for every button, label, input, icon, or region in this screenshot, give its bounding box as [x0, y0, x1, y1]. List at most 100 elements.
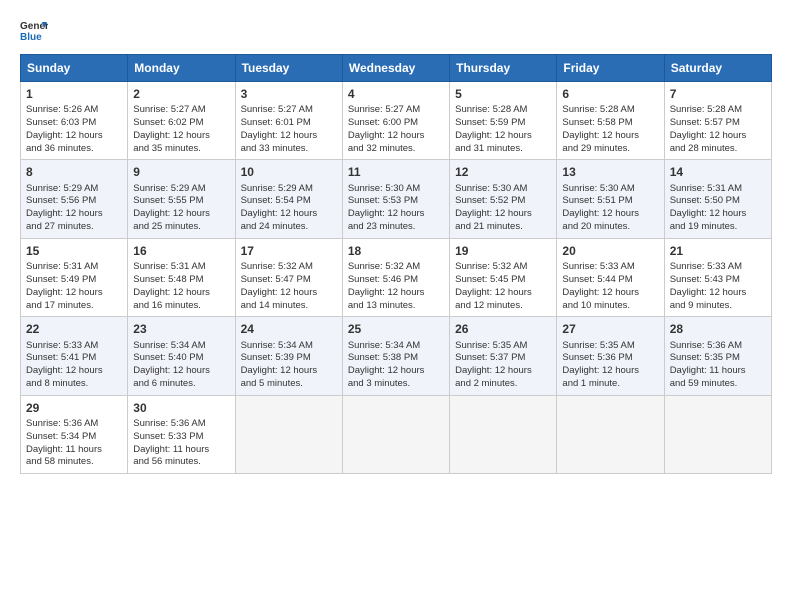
day-number: 6 — [562, 86, 658, 102]
cell-line: Daylight: 12 hours — [455, 287, 551, 300]
col-sunday: Sunday — [21, 55, 128, 82]
cell-line: and 33 minutes. — [241, 143, 337, 156]
cell-line: and 19 minutes. — [670, 221, 766, 234]
day-number: 29 — [26, 400, 122, 416]
col-wednesday: Wednesday — [342, 55, 449, 82]
cell-line: Sunset: 6:02 PM — [133, 117, 229, 130]
cell-line: Sunrise: 5:35 AM — [455, 340, 551, 353]
cell-w1-6: 7Sunrise: 5:28 AMSunset: 5:57 PMDaylight… — [664, 82, 771, 160]
cell-w2-1: 9Sunrise: 5:29 AMSunset: 5:55 PMDaylight… — [128, 160, 235, 238]
cell-line: Sunset: 5:51 PM — [562, 195, 658, 208]
cell-line: and 13 minutes. — [348, 300, 444, 313]
cell-line: and 21 minutes. — [455, 221, 551, 234]
cell-w2-3: 11Sunrise: 5:30 AMSunset: 5:53 PMDayligh… — [342, 160, 449, 238]
cell-line: and 58 minutes. — [26, 456, 122, 469]
cell-line: and 35 minutes. — [133, 143, 229, 156]
cell-line: Daylight: 12 hours — [348, 365, 444, 378]
cell-line: Sunrise: 5:30 AM — [455, 183, 551, 196]
cell-w4-6: 28Sunrise: 5:36 AMSunset: 5:35 PMDayligh… — [664, 317, 771, 395]
cell-line: Daylight: 12 hours — [241, 287, 337, 300]
cell-line: Sunrise: 5:28 AM — [562, 104, 658, 117]
cell-line: and 8 minutes. — [26, 378, 122, 391]
cell-line: and 32 minutes. — [348, 143, 444, 156]
day-number: 8 — [26, 164, 122, 180]
col-thursday: Thursday — [450, 55, 557, 82]
cell-line: Sunrise: 5:35 AM — [562, 340, 658, 353]
cell-w2-5: 13Sunrise: 5:30 AMSunset: 5:51 PMDayligh… — [557, 160, 664, 238]
cell-line: Sunset: 5:55 PM — [133, 195, 229, 208]
cell-w5-3 — [342, 395, 449, 473]
cell-line: Daylight: 12 hours — [348, 208, 444, 221]
cell-line: Daylight: 12 hours — [562, 287, 658, 300]
cell-line: Daylight: 12 hours — [26, 208, 122, 221]
cell-line: Daylight: 12 hours — [562, 130, 658, 143]
cell-line: Sunset: 5:57 PM — [670, 117, 766, 130]
cell-line: Daylight: 12 hours — [455, 208, 551, 221]
cell-line: Sunrise: 5:29 AM — [26, 183, 122, 196]
cell-line: Sunrise: 5:36 AM — [670, 340, 766, 353]
cell-line: Sunset: 5:48 PM — [133, 274, 229, 287]
cell-line: Daylight: 12 hours — [670, 130, 766, 143]
col-monday: Monday — [128, 55, 235, 82]
cell-line: Daylight: 11 hours — [133, 444, 229, 457]
cell-line: Daylight: 11 hours — [670, 365, 766, 378]
cell-line: Daylight: 12 hours — [26, 130, 122, 143]
cell-line: Sunrise: 5:33 AM — [562, 261, 658, 274]
cell-line: and 16 minutes. — [133, 300, 229, 313]
day-number: 19 — [455, 243, 551, 259]
cell-w3-2: 17Sunrise: 5:32 AMSunset: 5:47 PMDayligh… — [235, 238, 342, 316]
day-number: 14 — [670, 164, 766, 180]
cell-line: Sunrise: 5:32 AM — [348, 261, 444, 274]
cell-line: Daylight: 12 hours — [455, 130, 551, 143]
cell-line: Sunrise: 5:26 AM — [26, 104, 122, 117]
cell-w3-0: 15Sunrise: 5:31 AMSunset: 5:49 PMDayligh… — [21, 238, 128, 316]
cell-line: Sunset: 5:44 PM — [562, 274, 658, 287]
cell-line: Sunset: 5:50 PM — [670, 195, 766, 208]
cell-w5-1: 30Sunrise: 5:36 AMSunset: 5:33 PMDayligh… — [128, 395, 235, 473]
cell-line: and 36 minutes. — [26, 143, 122, 156]
cell-line: Sunset: 5:40 PM — [133, 352, 229, 365]
cell-w2-0: 8 Sunrise: 5:29 AMSunset: 5:56 PMDaylight… — [21, 160, 128, 238]
cell-line: Sunset: 5:59 PM — [455, 117, 551, 130]
logo-svg: General Blue — [20, 16, 48, 44]
day-number: 27 — [562, 321, 658, 337]
cell-w4-5: 27Sunrise: 5:35 AMSunset: 5:36 PMDayligh… — [557, 317, 664, 395]
cell-line: Daylight: 12 hours — [26, 365, 122, 378]
cell-line: Sunrise: 5:30 AM — [348, 183, 444, 196]
cell-w3-6: 21Sunrise: 5:33 AMSunset: 5:43 PMDayligh… — [664, 238, 771, 316]
cell-line: Sunset: 5:35 PM — [670, 352, 766, 365]
week-row-2: 8Sunrise: 5:29 AMSunset: 5:56 PMDaylight… — [21, 160, 772, 238]
day-number: 12 — [455, 164, 551, 180]
cell-line: Sunset: 5:38 PM — [348, 352, 444, 365]
cell-line: Sunset: 5:45 PM — [455, 274, 551, 287]
cell-line: Daylight: 12 hours — [133, 287, 229, 300]
cell-w2-2: 10Sunrise: 5:29 AMSunset: 5:54 PMDayligh… — [235, 160, 342, 238]
day-number: 24 — [241, 321, 337, 337]
cell-w5-5 — [557, 395, 664, 473]
svg-text:Blue: Blue — [20, 32, 42, 43]
cell-line: and 6 minutes. — [133, 378, 229, 391]
cell-line: Sunrise: 5:33 AM — [26, 340, 122, 353]
calendar-table: Sunday Monday Tuesday Wednesday Thursday… — [20, 54, 772, 474]
cell-w4-2: 24Sunrise: 5:34 AMSunset: 5:39 PMDayligh… — [235, 317, 342, 395]
cell-w5-6 — [664, 395, 771, 473]
day-number: 10 — [241, 164, 337, 180]
cell-line: Sunset: 5:58 PM — [562, 117, 658, 130]
cell-line: and 29 minutes. — [562, 143, 658, 156]
cell-line: Sunset: 5:43 PM — [670, 274, 766, 287]
cell-line: Sunrise: 5:33 AM — [670, 261, 766, 274]
week-row-5: 29Sunrise: 5:36 AMSunset: 5:34 PMDayligh… — [21, 395, 772, 473]
cell-line: and 10 minutes. — [562, 300, 658, 313]
col-friday: Friday — [557, 55, 664, 82]
cell-w3-4: 19Sunrise: 5:32 AMSunset: 5:45 PMDayligh… — [450, 238, 557, 316]
week-row-3: 15Sunrise: 5:31 AMSunset: 5:49 PMDayligh… — [21, 238, 772, 316]
cell-line: Sunset: 5:53 PM — [348, 195, 444, 208]
cell-line: Sunset: 5:56 PM — [26, 195, 122, 208]
cell-line: Sunrise: 5:30 AM — [562, 183, 658, 196]
cell-line: Sunset: 5:33 PM — [133, 431, 229, 444]
cell-line: and 27 minutes. — [26, 221, 122, 234]
day-number: 17 — [241, 243, 337, 259]
page: General Blue Sunday Monday Tuesday Wedne… — [0, 0, 792, 484]
cell-line: and 28 minutes. — [670, 143, 766, 156]
day-number: 2 — [133, 86, 229, 102]
